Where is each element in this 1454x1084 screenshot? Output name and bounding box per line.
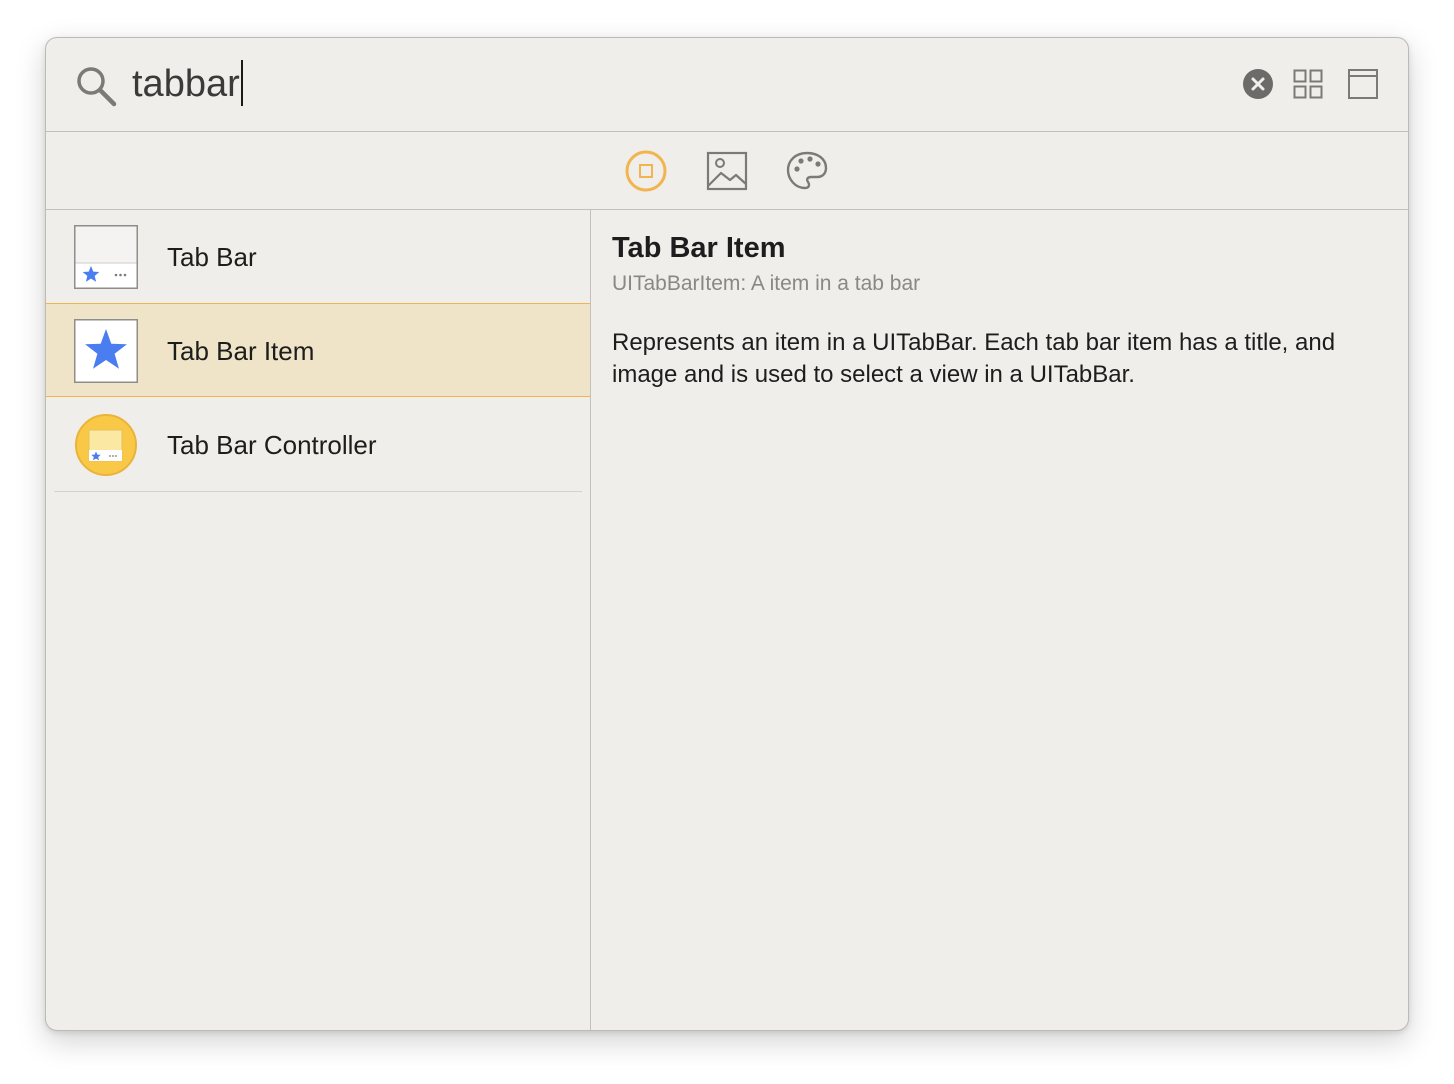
library-window: tabbar Tab Bar Tab Bar Item Tab Bar Cont… xyxy=(45,37,1409,1031)
list-item-label: Tab Bar Controller xyxy=(167,430,377,460)
palette-icon[interactable] xyxy=(785,149,829,193)
filter-bar xyxy=(46,132,1408,210)
detail-description: Represents an item in a UITabBar. Each t… xyxy=(612,329,1336,388)
search-icon xyxy=(77,67,117,107)
image-icon[interactable] xyxy=(705,149,749,193)
tab-bar-thumbnail-icon xyxy=(74,225,138,289)
list-item-label: Tab Bar xyxy=(167,242,257,272)
grid-view-icon[interactable] xyxy=(1293,69,1323,99)
detail-pane: Tab Bar Item UITabBarItem: A item in a t… xyxy=(591,210,1408,1030)
star-thumbnail-icon xyxy=(74,319,138,383)
list-item-label: Tab Bar Item xyxy=(167,336,315,366)
search-input[interactable]: tabbar xyxy=(132,58,1212,110)
clear-search-icon[interactable] xyxy=(1243,69,1273,99)
text-caret xyxy=(240,59,243,106)
panel-layout-icon[interactable] xyxy=(1348,69,1378,99)
list-item-tab-bar-item[interactable]: Tab Bar Item xyxy=(46,303,590,397)
search-query: tabbar xyxy=(132,63,240,105)
detail-subtitle: UITabBarItem: A item in a tab bar xyxy=(612,272,921,295)
list-item-tab-bar[interactable]: Tab Bar xyxy=(46,210,590,304)
search-bar: tabbar xyxy=(46,38,1408,132)
detail-title: Tab Bar Item xyxy=(612,232,786,264)
tab-bar-controller-thumbnail-icon xyxy=(75,414,137,476)
list-divider xyxy=(54,491,582,492)
object-library-icon[interactable] xyxy=(624,149,668,193)
library-list: Tab Bar Tab Bar Item Tab Bar Controller xyxy=(46,210,591,1030)
list-item-tab-bar-controller[interactable]: Tab Bar Controller xyxy=(46,398,590,492)
